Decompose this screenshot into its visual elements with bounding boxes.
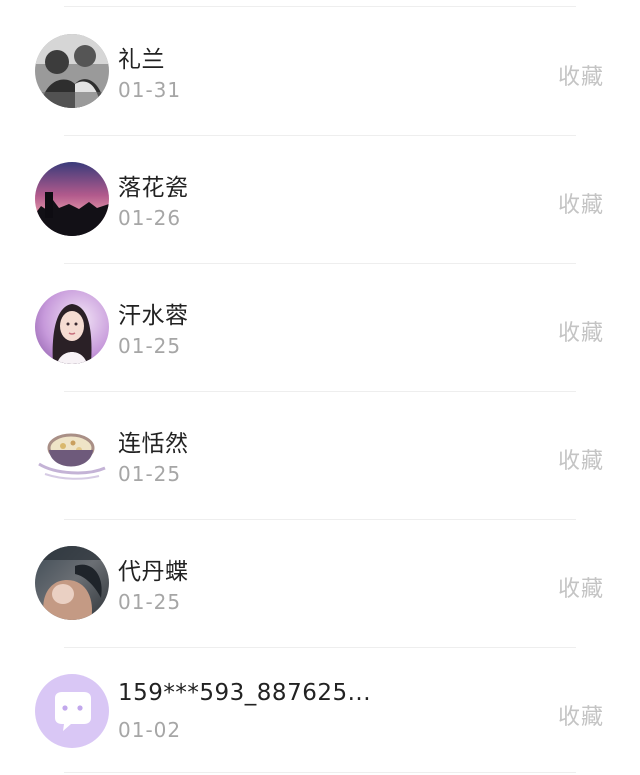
contact-row[interactable]: 落花瓷 01-26 收藏 <box>0 135 640 263</box>
portrait-photo-avatar-icon[interactable] <box>35 546 109 620</box>
contact-date: 01-25 <box>118 462 182 486</box>
contact-name: 代丹蝶 <box>118 559 189 585</box>
contact-date: 01-31 <box>118 78 182 102</box>
contact-row[interactable]: 汗水蓉 01-25 收藏 <box>0 263 640 391</box>
favorite-button[interactable]: 收藏 <box>558 699 604 731</box>
contact-name: 159***593_887625... <box>118 680 372 706</box>
favorite-button[interactable]: 收藏 <box>558 315 604 347</box>
favorite-button[interactable]: 收藏 <box>558 571 604 603</box>
contact-row[interactable]: 159***593_887625... 01-02 收藏 <box>0 647 640 775</box>
costume-girl-avatar-icon[interactable] <box>35 290 109 364</box>
contact-list: 礼兰 01-31 收藏 落花瓷 01-26 收藏 汗水蓉 01-25 收藏 连恬… <box>0 0 640 774</box>
favorite-button[interactable]: 收藏 <box>558 59 604 91</box>
contact-name: 汗水蓉 <box>118 303 189 329</box>
contact-row[interactable]: 礼兰 01-31 收藏 <box>0 7 640 135</box>
contact-row[interactable]: 代丹蝶 01-25 收藏 <box>0 519 640 647</box>
contact-name: 连恬然 <box>118 431 189 457</box>
contact-name: 礼兰 <box>118 47 165 73</box>
default-chat-avatar-icon[interactable] <box>35 674 109 748</box>
sunset-city-avatar-icon[interactable] <box>35 162 109 236</box>
contact-name: 落花瓷 <box>118 175 189 201</box>
pottery-bowl-avatar-icon[interactable] <box>35 418 109 492</box>
divider <box>64 772 576 773</box>
couple-photo-avatar-icon[interactable] <box>35 34 109 108</box>
contact-date: 01-25 <box>118 590 182 614</box>
contact-date: 01-25 <box>118 334 182 358</box>
contact-date: 01-02 <box>118 718 182 742</box>
favorite-button[interactable]: 收藏 <box>558 443 604 475</box>
contact-date: 01-26 <box>118 206 182 230</box>
contact-row[interactable]: 连恬然 01-25 收藏 <box>0 391 640 519</box>
favorite-button[interactable]: 收藏 <box>558 187 604 219</box>
